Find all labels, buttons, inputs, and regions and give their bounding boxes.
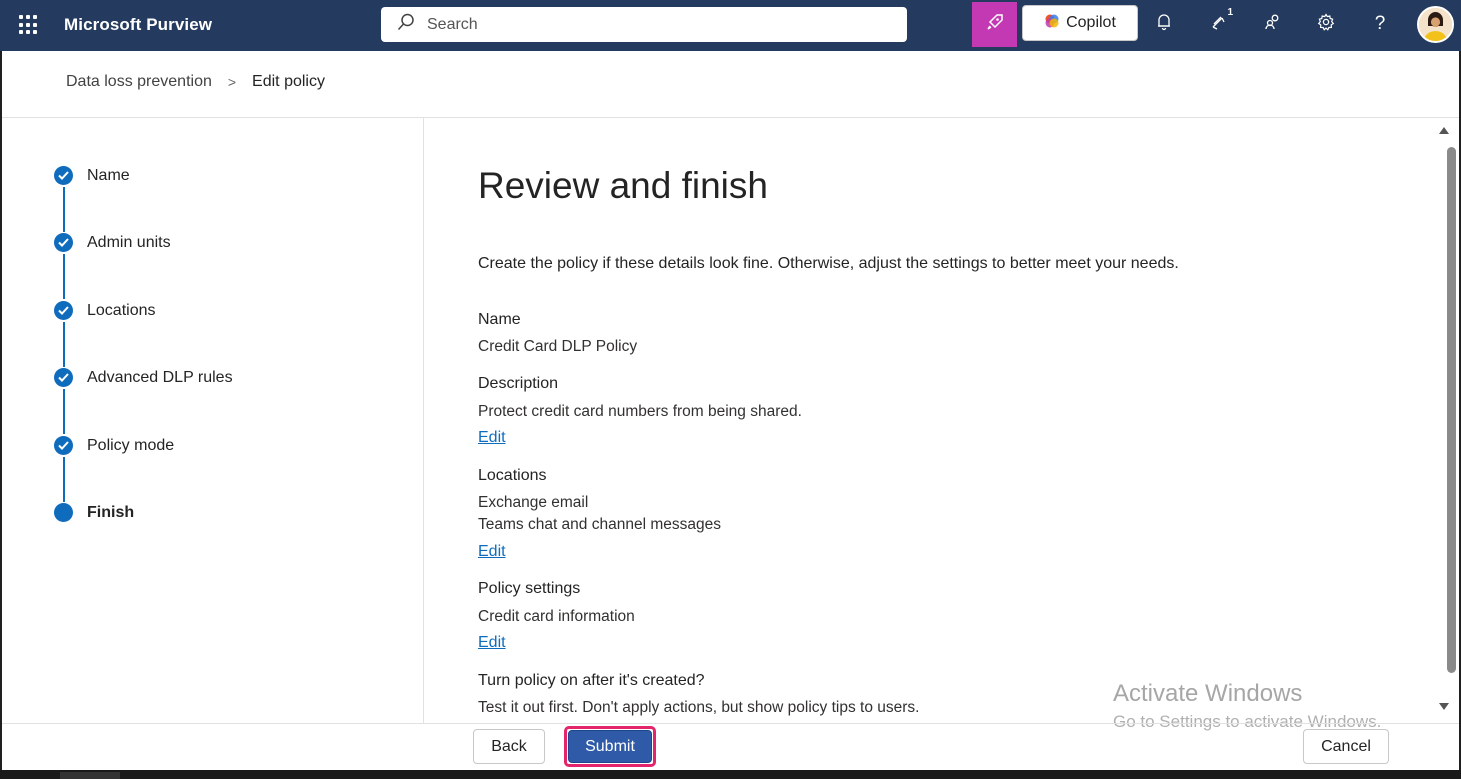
- megaphone-icon: [1210, 13, 1228, 36]
- checkmark-icon: [54, 436, 73, 455]
- step-advanced-dlp-rules[interactable]: Advanced DLP rules: [54, 368, 233, 387]
- edit-name-description-link[interactable]: Edit: [478, 429, 506, 447]
- intro-text: Create the policy if these details look …: [478, 255, 1179, 272]
- cancel-button[interactable]: Cancel: [1303, 729, 1389, 764]
- checkmark-icon: [54, 301, 73, 320]
- step-finish[interactable]: Finish: [54, 503, 134, 522]
- current-step-dot-icon: [54, 503, 73, 522]
- help-button[interactable]: ?: [1367, 11, 1393, 37]
- help-icon: ?: [1374, 13, 1386, 34]
- step-connector: [63, 389, 65, 434]
- step-connector: [63, 457, 65, 502]
- sidebar-divider: [423, 118, 424, 723]
- activate-windows-title: Activate Windows: [1113, 680, 1303, 707]
- checkmark-icon: [54, 166, 73, 185]
- step-connector: [63, 322, 65, 367]
- scroll-up-arrow-icon[interactable]: [1439, 127, 1449, 134]
- breadcrumb-current: Edit policy: [252, 73, 325, 90]
- learning-button[interactable]: 1: [1206, 7, 1233, 37]
- search-box[interactable]: [381, 7, 907, 42]
- scroll-down-arrow-icon[interactable]: [1439, 703, 1449, 710]
- step-connector: [63, 187, 65, 232]
- search-icon: [397, 13, 415, 36]
- breadcrumb-separator: >: [227, 74, 237, 90]
- rocket-icon: [985, 12, 1005, 37]
- community-button[interactable]: [1260, 11, 1286, 37]
- step-name[interactable]: Name: [54, 166, 130, 185]
- app-launcher-icon[interactable]: [19, 15, 39, 35]
- locations-section-title: Locations: [478, 467, 547, 484]
- back-button[interactable]: Back: [473, 729, 545, 764]
- gear-icon: [1317, 12, 1335, 36]
- step-label: Policy mode: [87, 436, 175, 454]
- checkmark-icon: [54, 233, 73, 252]
- edit-locations-link[interactable]: Edit: [478, 543, 506, 561]
- step-label: Admin units: [87, 233, 171, 251]
- avatar[interactable]: [1417, 6, 1454, 43]
- step-admin-units[interactable]: Admin units: [54, 233, 171, 252]
- notifications-button[interactable]: [1151, 11, 1177, 37]
- search-input[interactable]: [427, 15, 887, 34]
- submit-button[interactable]: Submit: [568, 730, 652, 763]
- description-value: Protect credit card numbers from being s…: [478, 403, 802, 420]
- breadcrumb: Data loss prevention > Edit policy: [66, 73, 325, 91]
- header-divider: [2, 117, 1459, 118]
- page-content: Data loss prevention > Edit policy Name …: [2, 51, 1459, 770]
- bell-icon: [1156, 13, 1172, 36]
- copilot-icon: [1044, 13, 1060, 34]
- turn-on-value: Test it out first. Don't apply actions, …: [478, 699, 920, 716]
- page-title: Review and finish: [478, 165, 768, 206]
- top-bar: Microsoft Purview Copilot 1: [0, 0, 1461, 51]
- scrollbar-thumb[interactable]: [1447, 147, 1456, 673]
- breadcrumb-data-loss-prevention[interactable]: Data loss prevention: [66, 73, 212, 91]
- step-label: Advanced DLP rules: [87, 368, 233, 386]
- checkmark-icon: [54, 368, 73, 387]
- policy-settings-section-title: Policy settings: [478, 580, 581, 597]
- whats-new-button[interactable]: [972, 2, 1017, 47]
- edit-policy-settings-link[interactable]: Edit: [478, 634, 506, 652]
- footer-divider: [2, 723, 1459, 724]
- policy-settings-value: Credit card information: [478, 608, 635, 625]
- name-value: Credit Card DLP Policy: [478, 338, 638, 355]
- step-connector: [63, 254, 65, 299]
- app-title[interactable]: Microsoft Purview: [64, 15, 212, 35]
- step-policy-mode[interactable]: Policy mode: [54, 436, 174, 455]
- turn-on-section-title: Turn policy on after it's created?: [478, 672, 705, 689]
- copilot-label: Copilot: [1066, 14, 1116, 31]
- location-item: Exchange email: [478, 494, 589, 511]
- copilot-button[interactable]: Copilot: [1022, 5, 1138, 41]
- taskbar-edge: [0, 770, 1461, 779]
- name-section-title: Name: [478, 311, 521, 328]
- notification-badge: 1: [1227, 7, 1233, 18]
- settings-button[interactable]: [1313, 11, 1339, 37]
- description-section-title: Description: [478, 375, 559, 392]
- location-item: Teams chat and channel messages: [478, 516, 721, 533]
- step-label: Finish: [87, 503, 135, 521]
- step-locations[interactable]: Locations: [54, 301, 156, 320]
- step-label: Locations: [87, 301, 156, 319]
- step-label: Name: [87, 166, 130, 184]
- people-icon: [1264, 13, 1282, 36]
